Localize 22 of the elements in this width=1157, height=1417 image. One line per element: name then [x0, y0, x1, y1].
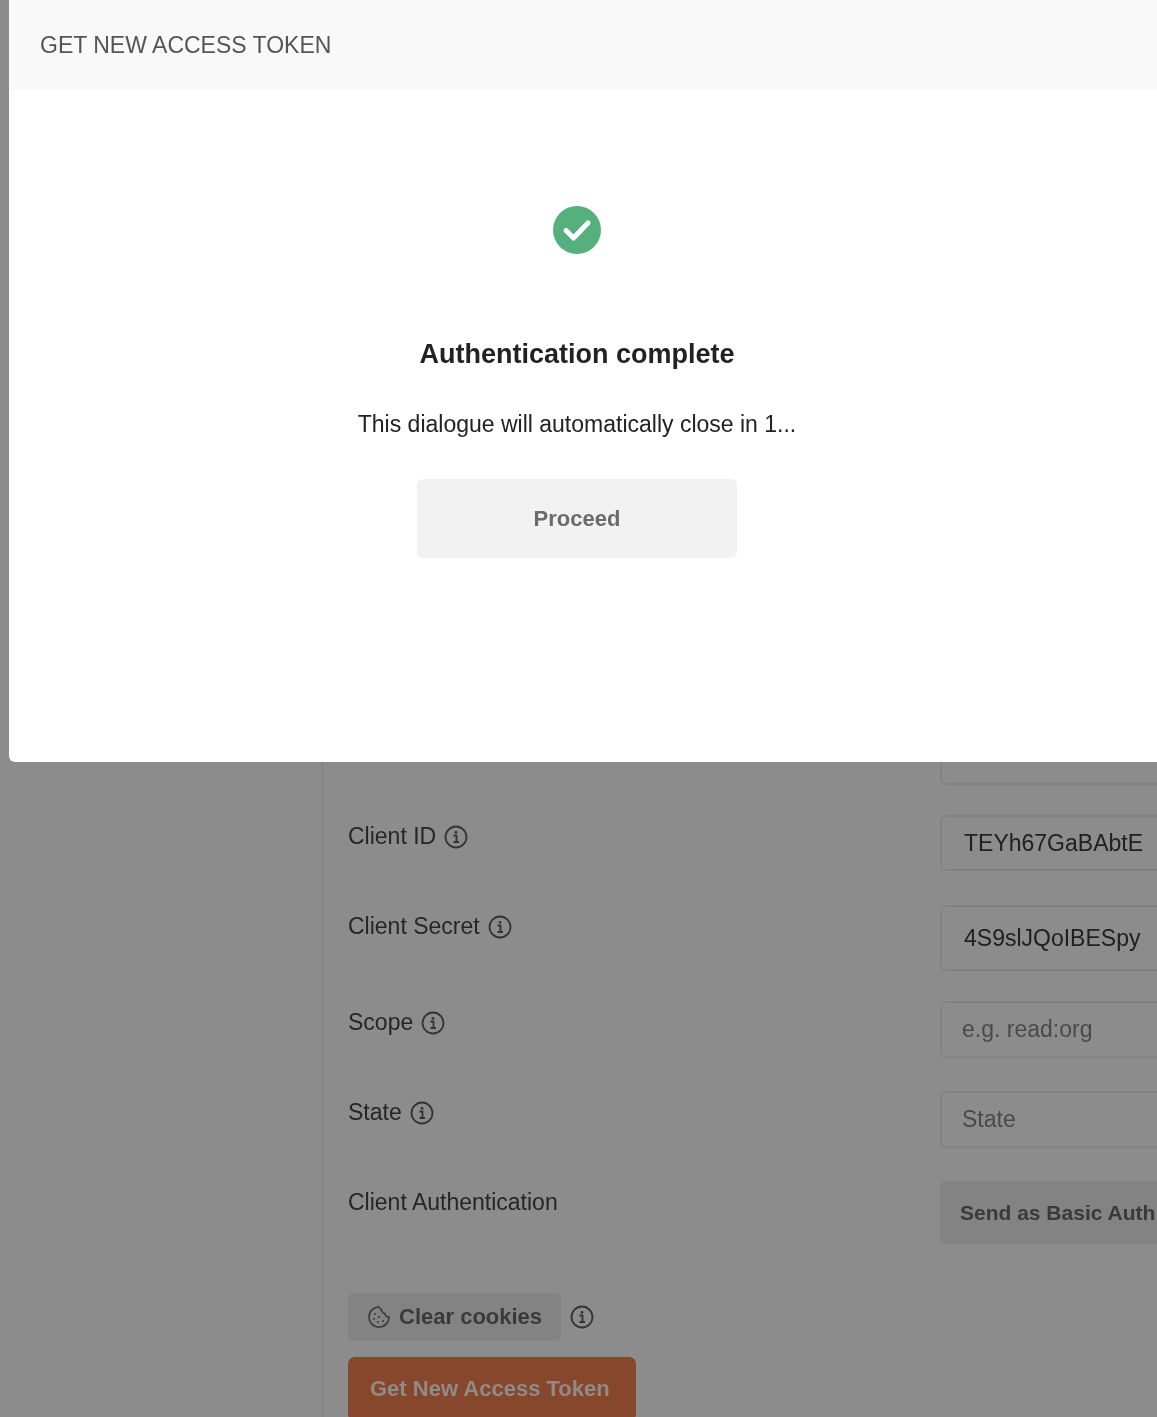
- dialog-title: GET NEW ACCESS TOKEN: [40, 31, 332, 59]
- clear-cookies-button[interactable]: Clear cookies: [348, 1293, 562, 1341]
- field-label: Client Secret: [348, 913, 480, 940]
- info-icon[interactable]: [570, 1305, 595, 1329]
- cookie-icon: [367, 1305, 391, 1329]
- input-field[interactable]: e.g. read:org: [940, 1001, 1157, 1058]
- dialog-message: This dialogue will automatically close in 1...: [357, 411, 797, 438]
- info-icon[interactable]: [444, 824, 469, 849]
- field-label: Scope: [348, 1009, 414, 1036]
- input-field[interactable]: TEYh67GaBAbtE: [940, 815, 1157, 871]
- field-label: Client ID: [348, 823, 437, 850]
- field-label: State: [348, 1099, 402, 1126]
- info-icon[interactable]: [487, 914, 512, 939]
- input-field[interactable]: 4S9slJQoIBESpy: [940, 905, 1157, 971]
- field-label: Client Authentication: [348, 1189, 558, 1216]
- info-icon[interactable]: [421, 1010, 446, 1035]
- proceed-button[interactable]: Proceed: [417, 479, 737, 558]
- dialog-heading: Authentication complete: [419, 339, 735, 370]
- input-field[interactable]: State: [940, 1091, 1157, 1148]
- check-icon: [553, 206, 601, 254]
- auth-dropdown[interactable]: Send as Basic Auth: [940, 1181, 1157, 1244]
- info-icon[interactable]: [409, 1100, 434, 1125]
